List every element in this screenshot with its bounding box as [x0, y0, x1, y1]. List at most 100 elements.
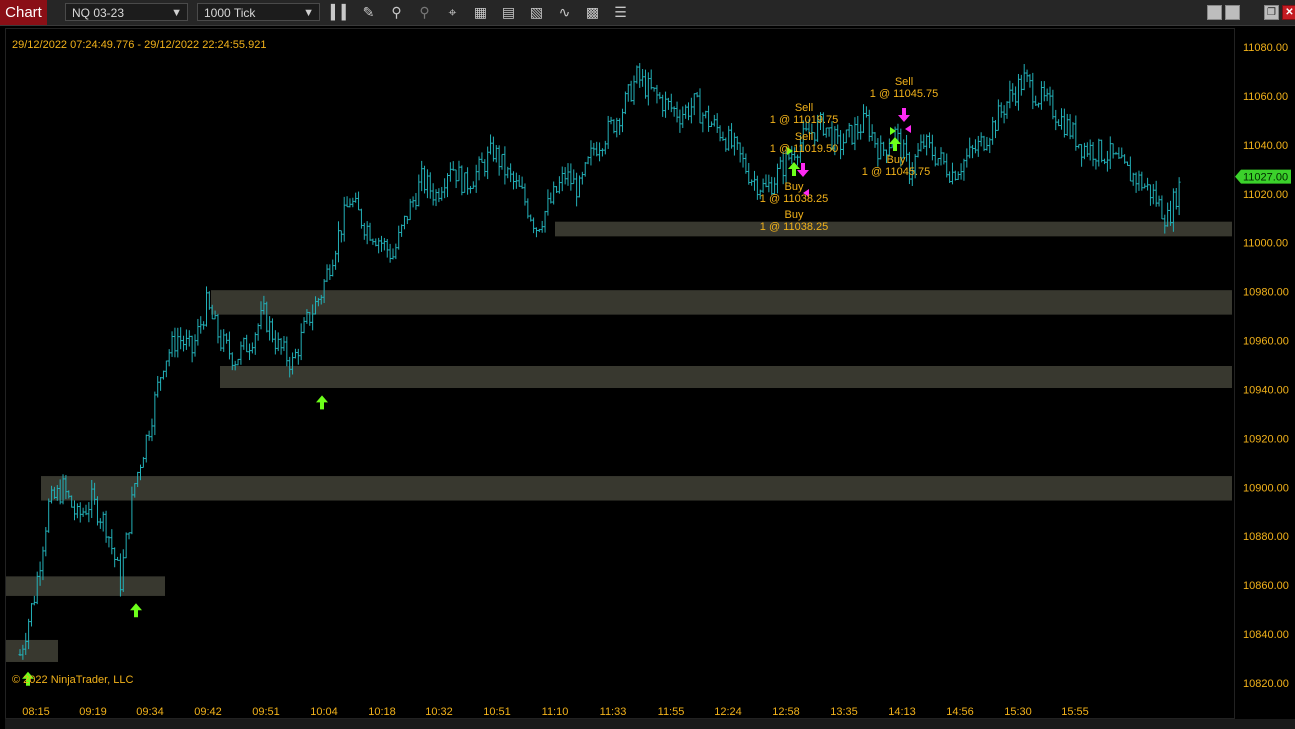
- price-bar: [84, 504, 88, 516]
- price-bar: [41, 546, 45, 581]
- price-bar: [116, 556, 120, 561]
- price-bar: [933, 146, 937, 167]
- price-bar: [971, 144, 975, 159]
- price-bar: [1065, 113, 1069, 136]
- price-bar: [47, 498, 51, 533]
- price-bar: [695, 91, 699, 98]
- zoom-out-icon[interactable]: ⚲: [415, 3, 434, 22]
- price-bar: [425, 169, 429, 199]
- price-bar: [207, 291, 211, 310]
- price-bar: [276, 332, 280, 352]
- close-button[interactable]: ✕: [1282, 5, 1295, 20]
- price-bar: [87, 502, 91, 523]
- price-bar: [494, 145, 498, 163]
- price-bar: [511, 171, 515, 190]
- price-bar: [242, 337, 246, 350]
- crosshair-icon[interactable]: ⌖: [443, 3, 462, 22]
- price-bar: [405, 215, 409, 225]
- price-bar: [302, 317, 306, 334]
- price-bar: [1077, 144, 1081, 149]
- price-bar: [491, 136, 495, 162]
- price-bar: [95, 496, 99, 526]
- price-bar: [385, 238, 389, 258]
- maximize-button[interactable]: ❐: [1264, 5, 1279, 20]
- instrument-selector[interactable]: NQ 03-23 ▼: [65, 3, 188, 21]
- price-bar: [836, 124, 840, 145]
- price-bar: [110, 529, 114, 555]
- minimize-button[interactable]: [1225, 5, 1240, 20]
- strategies-icon[interactable]: ▧: [527, 3, 546, 22]
- price-bar: [864, 106, 868, 118]
- price-bar: [417, 174, 421, 207]
- price-bar: [468, 185, 472, 194]
- price-bar: [575, 172, 579, 207]
- price-bar: [517, 174, 521, 187]
- price-axis-label: 11080.00: [1243, 42, 1288, 54]
- interval-selector[interactable]: 1000 Tick ▼: [197, 3, 320, 21]
- price-bar: [1151, 184, 1155, 205]
- date-range-label: 29/12/2022 07:24:49.776 - 29/12/2022 22:…: [12, 39, 267, 51]
- price-bar: [867, 109, 871, 142]
- price-bar: [566, 163, 570, 186]
- price-axis-label: 11060.00: [1243, 91, 1288, 103]
- price-axis-label: 10980.00: [1243, 287, 1289, 299]
- price-bar: [187, 330, 191, 347]
- horizontal-scrollbar[interactable]: [5, 719, 1295, 729]
- price-bar: [204, 286, 208, 327]
- price-bar: [555, 186, 559, 193]
- price-chart[interactable]: Sell1 @ 11019.75Sell1 @ 11019.50Buy1 @ 1…: [6, 29, 1234, 718]
- price-bar: [78, 502, 82, 523]
- price-bar: [730, 123, 734, 149]
- price-bar: [638, 63, 642, 88]
- price-bar: [1059, 108, 1063, 130]
- price-bar: [437, 188, 441, 203]
- price-bar: [331, 259, 335, 277]
- price-bar: [724, 137, 728, 152]
- chart-panel[interactable]: Sell 1 @ 11019.75 Sell 1 @ 11019.50 Buy 1 @ 1…: [5, 28, 1235, 719]
- price-bar: [1094, 158, 1098, 170]
- list-icon[interactable]: ☰: [611, 3, 630, 22]
- price-bar: [1174, 187, 1178, 210]
- price-bar: [618, 118, 622, 135]
- price-bar: [293, 348, 297, 359]
- templates-icon[interactable]: ▩: [583, 3, 602, 22]
- price-axis-label: 10900.00: [1243, 482, 1289, 494]
- price-bar: [374, 238, 378, 247]
- price-axis-label: 11000.00: [1243, 238, 1288, 250]
- price-bar: [1025, 69, 1029, 83]
- data-box-icon[interactable]: ▦: [471, 3, 490, 22]
- price-axis-label: 11020.00: [1243, 189, 1288, 201]
- price-bar: [339, 230, 343, 243]
- price-bar: [1048, 86, 1052, 106]
- price-axis[interactable]: 10820.00 10840.00 10860.00 10880.00 10900.00…: [1235, 28, 1295, 719]
- copyright-label: © 2022 NinjaTrader, LLC: [12, 674, 134, 686]
- indicators-icon[interactable]: ∿: [555, 3, 574, 22]
- window-option-button[interactable]: [1207, 5, 1222, 20]
- drawing-tool-icon[interactable]: ✎: [359, 3, 378, 22]
- price-bar: [514, 172, 518, 189]
- price-bar: [750, 179, 754, 186]
- properties-icon[interactable]: ▤: [499, 3, 518, 22]
- price-bar: [629, 80, 633, 102]
- chart-window-tab[interactable]: Chart: [0, 0, 47, 25]
- price-bar: [580, 171, 584, 185]
- price-bar: [144, 434, 148, 463]
- price-bar: [1137, 170, 1141, 191]
- price-bar: [506, 166, 510, 179]
- price-bar: [328, 264, 332, 280]
- price-bar: [1051, 89, 1055, 120]
- price-bar: [669, 93, 673, 113]
- price-bar: [1140, 171, 1144, 191]
- price-bar: [1097, 138, 1101, 167]
- price-bar: [643, 69, 647, 99]
- price-bar: [925, 134, 929, 156]
- price-bar: [193, 334, 197, 357]
- price-bar: [460, 165, 464, 196]
- price-bar: [474, 164, 478, 193]
- price-bar: [738, 142, 742, 163]
- price-bar: [124, 532, 128, 559]
- price-bar: [936, 158, 940, 166]
- bar-type-icon[interactable]: ▍▍: [331, 3, 353, 22]
- zoom-in-icon[interactable]: ⚲: [387, 3, 406, 22]
- price-bar: [503, 146, 507, 185]
